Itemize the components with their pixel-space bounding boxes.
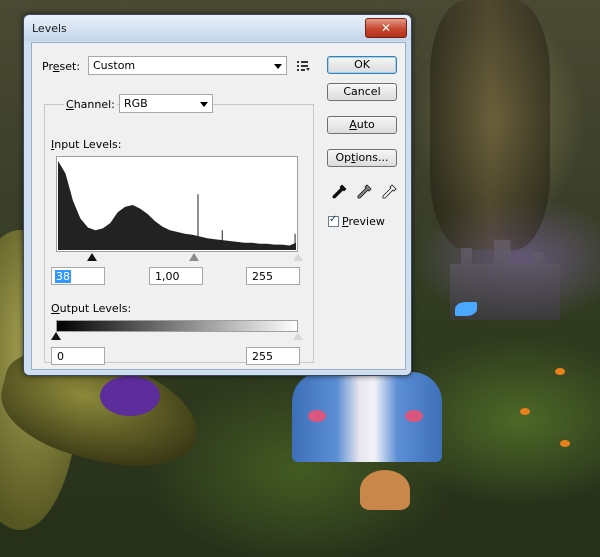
input-black-field[interactable]: 38 xyxy=(51,267,105,285)
channel-select[interactable]: RGB xyxy=(119,94,213,113)
output-black-point-handle[interactable] xyxy=(51,332,61,340)
output-gradient-bar xyxy=(56,320,298,332)
input-levels-label: Input Levels: xyxy=(51,138,122,151)
background-bow xyxy=(308,410,326,422)
input-gamma-field[interactable]: 1,00 xyxy=(149,267,203,285)
gray-eyedropper-icon[interactable] xyxy=(355,183,373,201)
background-bow xyxy=(405,410,423,422)
options-button[interactable]: Options... xyxy=(327,149,397,167)
preview-label[interactable]: Preview xyxy=(342,215,385,228)
input-white-value: 255 xyxy=(252,270,273,283)
close-button[interactable]: ✕ xyxy=(365,18,407,38)
title-bar[interactable]: Levels ✕ xyxy=(24,15,411,41)
background-leaf xyxy=(560,440,570,447)
preview-checkbox[interactable] xyxy=(328,214,339,227)
list-menu-icon[interactable] xyxy=(296,59,310,73)
output-white-value: 255 xyxy=(252,350,273,363)
background-flower xyxy=(100,376,160,416)
channel-value: RGB xyxy=(124,97,148,110)
preset-value: Custom xyxy=(93,59,136,72)
output-black-field[interactable]: 0 xyxy=(51,347,105,365)
histogram-area xyxy=(58,160,296,250)
chevron-down-icon xyxy=(200,102,208,107)
output-levels-label: Output Levels: xyxy=(51,302,132,315)
histogram xyxy=(56,156,298,252)
preset-select[interactable]: Custom xyxy=(88,56,287,75)
levels-dialog: Levels ✕ Preset: Custom Channel: RGB Inp… xyxy=(23,14,412,376)
ok-button[interactable]: OK xyxy=(327,56,397,74)
white-eyedropper-icon[interactable] xyxy=(380,183,398,201)
input-gamma-value: 1,00 xyxy=(155,270,180,283)
input-black-value: 38 xyxy=(55,270,71,283)
output-black-value: 0 xyxy=(57,350,64,363)
black-eyedropper-icon[interactable] xyxy=(330,183,348,201)
channel-label: Channel: xyxy=(64,98,117,111)
output-white-field[interactable]: 255 xyxy=(246,347,300,365)
dialog-client-area: Preset: Custom Channel: RGB Input Levels… xyxy=(31,42,406,370)
cancel-button[interactable]: Cancel xyxy=(327,83,397,101)
background-mushroom xyxy=(360,470,410,510)
chevron-down-icon xyxy=(274,64,282,69)
window-title: Levels xyxy=(32,22,67,35)
background-leaf xyxy=(520,408,530,415)
auto-button[interactable]: Auto xyxy=(327,116,397,134)
input-white-field[interactable]: 255 xyxy=(246,267,300,285)
preset-label: Preset: xyxy=(42,60,81,73)
background-leaf xyxy=(555,368,565,375)
background-tree xyxy=(430,0,550,250)
background-butterfly xyxy=(455,302,477,316)
input-black-point-handle[interactable] xyxy=(87,253,98,261)
output-white-point-handle[interactable] xyxy=(293,332,303,340)
input-white-point-handle[interactable] xyxy=(293,253,303,261)
close-icon: ✕ xyxy=(380,21,392,35)
histogram-chart xyxy=(58,160,296,250)
input-gamma-handle[interactable] xyxy=(188,253,199,261)
